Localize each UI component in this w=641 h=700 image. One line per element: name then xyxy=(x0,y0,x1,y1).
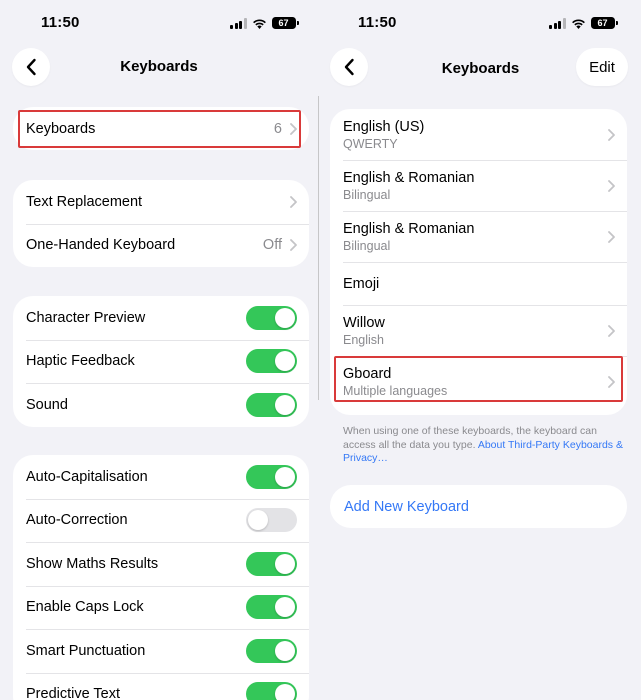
auto-capitalisation-toggle[interactable] xyxy=(246,464,297,489)
chevron-right-icon xyxy=(290,195,297,208)
row-label: One-Handed Keyboard xyxy=(26,237,176,254)
smart-punctuation-toggle[interactable] xyxy=(246,638,297,663)
row-label: Auto-Capitalisation xyxy=(26,468,148,485)
keyboard-name: English & Romanian xyxy=(343,169,475,186)
chevron-right-icon xyxy=(290,239,297,252)
add-new-keyboard-button[interactable]: Add New Keyboard xyxy=(330,485,627,528)
auto-capitalisation-row: Auto-Capitalisation xyxy=(13,455,309,499)
row-label: Sound xyxy=(26,396,68,413)
keyboard-item-gboard[interactable]: Gboard Multiple languages xyxy=(330,356,627,407)
screen-divider xyxy=(318,96,319,400)
keyboard-name: Emoji xyxy=(343,275,380,292)
keyboards-row[interactable]: Keyboards 6 xyxy=(13,107,309,150)
page: 11:50 67 Keyboards Keyboards 6 Text Repl… xyxy=(0,0,641,700)
feedback-group: Character Preview Haptic Feedback Sound xyxy=(13,296,309,427)
keyboard-name: English (US) xyxy=(343,118,425,135)
keyboard-subtitle: Multiple languages xyxy=(343,383,448,398)
navigation-bar: Keyboards Edit xyxy=(320,48,641,86)
chevron-right-icon xyxy=(608,375,615,388)
sound-row: Sound xyxy=(13,383,309,427)
battery-icon: 67 xyxy=(590,17,618,29)
keyboard-name: Gboard xyxy=(343,365,392,382)
predictive-text-row: Predictive Text xyxy=(13,672,309,700)
show-maths-results-row: Show Maths Results xyxy=(13,542,309,586)
smart-punctuation-row: Smart Punctuation xyxy=(13,629,309,673)
navigation-bar: Keyboards xyxy=(0,48,318,86)
status-bar: 11:50 67 xyxy=(320,14,641,34)
character-preview-toggle[interactable] xyxy=(246,305,297,330)
keyboard-subtitle: Bilingual xyxy=(343,187,391,202)
page-title: Keyboards xyxy=(120,58,198,75)
status-bar: 11:50 67 xyxy=(0,14,318,34)
keyboards-group: Keyboards 6 xyxy=(13,107,309,150)
chevron-right-icon xyxy=(608,324,615,337)
keyboard-subtitle: English xyxy=(343,332,384,347)
keyboard-name: Willow xyxy=(343,314,385,331)
cellular-signal-icon xyxy=(230,17,247,29)
one-handed-keyboard-row[interactable]: One-Handed Keyboard Off xyxy=(13,223,309,268)
row-label: Character Preview xyxy=(26,309,146,326)
auto-correction-toggle[interactable] xyxy=(246,508,297,533)
keyboard-item-english-us[interactable]: English (US) QWERTY xyxy=(330,109,627,160)
row-label: Show Maths Results xyxy=(26,555,159,572)
haptic-feedback-toggle[interactable] xyxy=(246,349,297,374)
row-detail: Off xyxy=(262,237,282,254)
enable-caps-lock-toggle[interactable] xyxy=(246,595,297,620)
text-replacement-row[interactable]: Text Replacement xyxy=(13,180,309,224)
wifi-icon xyxy=(571,19,585,29)
keyboards-settings-screen: 11:50 67 Keyboards Keyboards 6 Text Repl… xyxy=(0,0,318,700)
chevron-right-icon xyxy=(290,122,297,135)
battery-icon: 67 xyxy=(271,17,299,29)
edit-button[interactable]: Edit xyxy=(576,48,628,86)
keyboards-count: 6 xyxy=(273,120,282,137)
typing-group: Auto-Capitalisation Auto-Correction Show… xyxy=(13,455,309,700)
chevron-right-icon xyxy=(608,230,615,243)
row-label: Enable Caps Lock xyxy=(26,599,144,616)
third-party-keyboard-notice: When using one of these keyboards, the k… xyxy=(343,425,623,466)
row-label: Smart Punctuation xyxy=(26,642,146,659)
keyboard-subtitle: QWERTY xyxy=(343,136,398,151)
haptic-feedback-row: Haptic Feedback xyxy=(13,339,309,384)
status-time: 11:50 xyxy=(41,14,80,31)
row-label: Predictive Text xyxy=(26,686,121,700)
chevron-right-icon xyxy=(608,179,615,192)
wifi-icon xyxy=(252,19,266,29)
character-preview-row: Character Preview xyxy=(13,296,309,340)
keyboard-list-screen: 11:50 67 Keyboards Edit English (US) QWE… xyxy=(320,0,641,700)
enable-caps-lock-row: Enable Caps Lock xyxy=(13,585,309,630)
row-label: Haptic Feedback xyxy=(26,353,135,370)
auto-correction-row: Auto-Correction xyxy=(13,498,309,543)
predictive-text-toggle[interactable] xyxy=(246,682,297,700)
text-options-group: Text Replacement One-Handed Keyboard Off xyxy=(13,180,309,267)
keyboard-name: English & Romanian xyxy=(343,220,475,237)
cellular-signal-icon xyxy=(549,17,566,29)
keyboard-item-english-romanian[interactable]: English & Romanian Bilingual xyxy=(330,211,627,262)
keyboard-list: English (US) QWERTY English & Romanian B… xyxy=(330,109,627,415)
keyboard-item-willow[interactable]: Willow English xyxy=(330,305,627,356)
keyboard-subtitle: Bilingual xyxy=(343,238,391,253)
sound-toggle[interactable] xyxy=(246,392,297,417)
keyboard-item-english-romanian[interactable]: English & Romanian Bilingual xyxy=(330,160,627,211)
row-label: Auto-Correction xyxy=(26,512,128,529)
chevron-right-icon xyxy=(608,128,615,141)
row-label: Text Replacement xyxy=(26,193,143,210)
show-maths-results-toggle[interactable] xyxy=(246,551,297,576)
status-time: 11:50 xyxy=(358,14,397,31)
keyboards-label: Keyboards xyxy=(26,120,96,137)
keyboard-item-emoji[interactable]: Emoji xyxy=(330,262,627,305)
